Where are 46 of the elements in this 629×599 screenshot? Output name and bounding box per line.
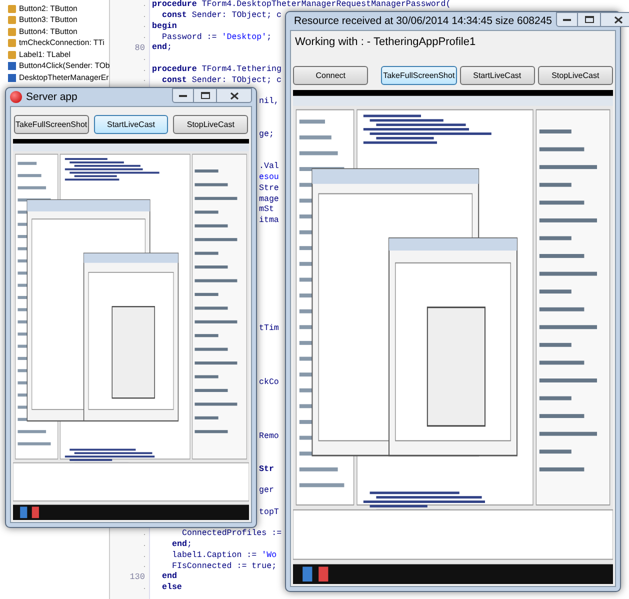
code-line: nil, [259,98,279,107]
code-line: procedure TForm4.Tethering [152,66,282,74]
code-line: Remo [259,433,279,442]
minimize-icon[interactable] [556,12,578,27]
code-line: mSt [259,206,274,215]
maximize-icon[interactable] [578,12,600,27]
close-icon[interactable] [216,88,252,103]
code-line: Str [259,466,274,474]
status-label: Working with : - TetheringAppProfile1 [294,35,477,50]
app-button[interactable]: TakeFullScreenShot [381,66,456,85]
code-line: FIsConnected := true; [172,562,277,571]
app-button[interactable]: StopLiveCast [538,66,613,85]
code-line: else [162,584,182,593]
app-icon [10,91,22,103]
code-line: procedure TForm4.DesktopTheterManagerRequestManagerPassword( [152,1,451,10]
code-line: itma [259,217,279,226]
app-button[interactable]: StartLiveCast [460,66,535,85]
code-line: end; [152,44,172,53]
minimize-icon[interactable] [172,88,194,103]
close-icon[interactable] [600,12,629,27]
code-line: topT [259,508,279,517]
code-line: ger [259,487,274,496]
line-number: 80 [134,42,145,55]
app-button[interactable]: Connect [293,66,368,85]
maximize-icon[interactable] [194,88,216,103]
code-line: ge; [259,130,274,140]
code-line: .Val [259,163,279,172]
app-button[interactable]: TakeFullScreenShot [14,115,89,134]
code-line: tTim [259,325,279,334]
code-line: Stre [259,184,279,194]
code-line: end; [172,541,192,550]
code-line: const Sender: TObject; c [162,76,282,86]
app-button[interactable]: StopLiveCast [173,115,248,134]
code-line: ckCo [259,379,279,388]
code-line: esou [259,174,279,182]
code-line: Password := 'Desktop'; [162,34,272,42]
code-line: end [162,573,177,582]
app-button[interactable]: StartLiveCast [94,115,168,134]
code-line: mage [259,196,279,204]
window-title: Resource received at 30/06/2014 14:34:45 size 608245 [294,14,552,29]
window-title: Server app [26,90,78,105]
code-line: const Sender: TObject; c [162,12,282,20]
code-line: label1.Caption := 'Wo [172,552,277,560]
line-number: 130 [130,571,145,584]
code-line: ConnectedProfiles := [182,530,282,539]
code-line: begin [152,22,177,32]
